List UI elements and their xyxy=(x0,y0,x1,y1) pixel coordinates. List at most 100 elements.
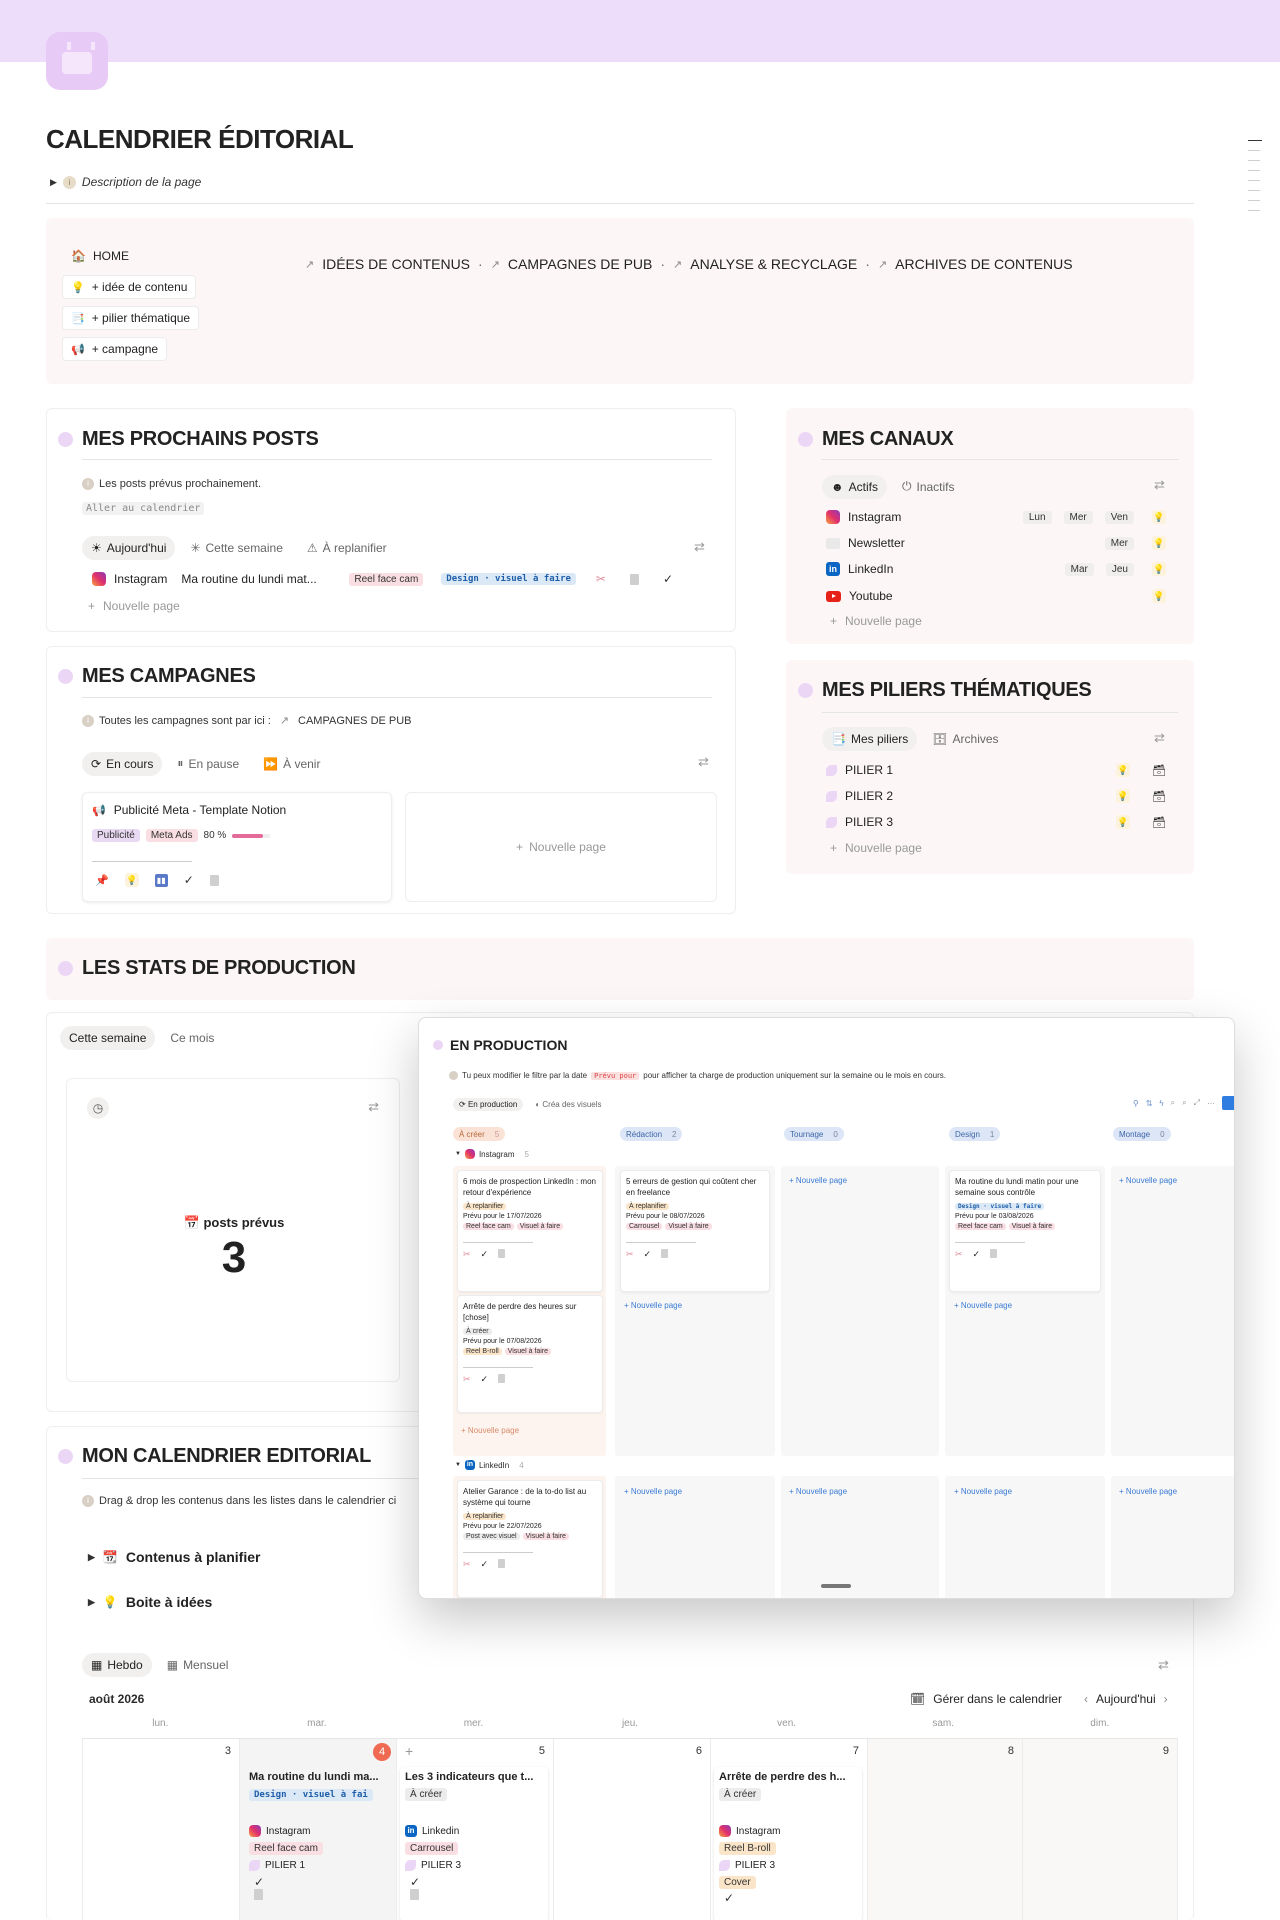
check-icon[interactable]: ✓ xyxy=(410,1875,543,1889)
column-header-writing[interactable]: Rédaction 2 xyxy=(620,1127,683,1141)
group-linkedin[interactable]: ▼ in LinkedIn 4 xyxy=(455,1460,524,1470)
tab-reschedule[interactable]: ⚠ À replanifier xyxy=(298,536,396,560)
nav-link-archives[interactable]: ARCHIVES DE CONTENUS xyxy=(895,256,1072,272)
description-toggle[interactable]: ▶ i Description de la page xyxy=(50,175,201,189)
lightbulb-icon[interactable]: 💡 xyxy=(1152,536,1166,550)
pillar-row[interactable]: PILIER 2 💡 🗃 xyxy=(826,789,1166,803)
trash-icon[interactable] xyxy=(629,573,639,585)
home-button[interactable]: 🏠 HOME xyxy=(62,244,138,268)
card-icon[interactable]: 🗃 xyxy=(1152,764,1166,777)
new-page-design[interactable]: + Nouvelle page xyxy=(954,1301,1012,1310)
calendar-day-cell[interactable]: 8 xyxy=(867,1739,1022,1920)
search-icon[interactable]: ⌕ xyxy=(1182,1098,1186,1108)
kanban-card[interactable]: Ma routine du lundi matin pour une semai… xyxy=(949,1170,1101,1292)
lightbulb-icon[interactable]: 💡 xyxy=(1116,789,1131,803)
calendar-day-cell[interactable]: 3 xyxy=(82,1739,239,1920)
triangle-down-icon[interactable]: ▼ xyxy=(455,1462,461,1468)
lightbulb-icon[interactable]: 💡 xyxy=(1152,589,1166,603)
lightbulb-icon[interactable]: 💡 xyxy=(124,873,139,887)
scissors-icon[interactable]: ✂ xyxy=(463,1249,471,1260)
expand-icon[interactable]: ⤢ xyxy=(1194,1098,1200,1108)
tab-visual-creation[interactable]: ◐ Créa des visuels xyxy=(531,1098,605,1111)
toggle-ideas-box[interactable]: ▶ 💡 Boite à idées xyxy=(88,1594,212,1610)
pillars-new-page[interactable]: + Nouvelle page xyxy=(830,841,922,855)
tab-this-week-stats[interactable]: Cette semaine xyxy=(60,1026,156,1050)
toggle-to-plan[interactable]: ▶ 📆 Contenus à planifier xyxy=(88,1549,260,1565)
triangle-right-icon[interactable]: ▶ xyxy=(88,1597,95,1608)
trash-icon[interactable] xyxy=(209,874,219,886)
new-page-design[interactable]: + Nouvelle page xyxy=(954,1487,1012,1496)
check-icon[interactable]: ✓ xyxy=(481,1374,489,1385)
lightbulb-icon[interactable]: 💡 xyxy=(1152,562,1166,576)
kanban-card[interactable]: 6 mois de prospection LinkedIn : mon ret… xyxy=(457,1170,603,1292)
search-icon[interactable]: ⌕ xyxy=(1171,1098,1175,1108)
trash-icon[interactable] xyxy=(498,1559,506,1568)
kanban-card[interactable]: 5 erreurs de gestion qui coûtent cher en… xyxy=(620,1170,770,1292)
table-of-contents[interactable] xyxy=(1248,140,1262,220)
triangle-right-icon[interactable]: ▶ xyxy=(50,177,57,188)
calendar-link-text[interactable]: Aller au calendrier xyxy=(82,502,205,515)
tab-archives[interactable]: 🗄 Archives xyxy=(923,727,1007,751)
new-page-editing[interactable]: + Nouvelle page xyxy=(1119,1176,1177,1185)
nav-link-analysis[interactable]: ANALYSE & RECYCLAGE xyxy=(690,256,857,272)
new-button[interactable] xyxy=(1222,1096,1234,1110)
tab-today[interactable]: ☀ Aujourd'hui xyxy=(82,536,176,560)
calendar-link[interactable]: Aller au calendrier xyxy=(82,499,205,515)
trash-icon[interactable] xyxy=(498,1374,506,1383)
lightbulb-icon[interactable]: 💡 xyxy=(1116,763,1131,777)
trash-icon[interactable] xyxy=(661,1249,669,1258)
lightbulb-icon[interactable]: 💡 xyxy=(1152,510,1166,524)
check-icon[interactable]: ✓ xyxy=(973,1249,981,1260)
channel-row-newsletter[interactable]: Newsletter Mer 💡 xyxy=(826,536,1166,550)
new-page-shooting[interactable]: + Nouvelle page xyxy=(789,1176,847,1185)
tab-paused[interactable]: ⏸ En pause xyxy=(168,751,248,776)
post-row[interactable]: Instagram Ma routine du lundi mat... Ree… xyxy=(92,572,712,586)
campaign-card[interactable]: 📢 Publicité Meta - Template Notion Public… xyxy=(82,792,392,902)
kanban-card[interactable]: Atelier Garance : de la to-do list au sy… xyxy=(457,1480,603,1598)
tab-monthly[interactable]: ▦ Mensuel xyxy=(158,1653,238,1677)
add-campaign-button[interactable]: 📢 + campagne xyxy=(62,337,168,361)
campaigns-new-page[interactable]: + Nouvelle page xyxy=(405,792,717,902)
add-idea-button[interactable]: 💡 + idée de contenu xyxy=(62,275,197,299)
new-page-shooting[interactable]: + Nouvelle page xyxy=(789,1487,847,1496)
calendar-icon[interactable] xyxy=(46,32,108,90)
calendar-day-cell[interactable]: 9 xyxy=(1022,1739,1178,1920)
scissors-icon[interactable]: ✂ xyxy=(626,1249,634,1260)
calendar-event[interactable]: Ma routine du lundi ma... Design · visue… xyxy=(244,1767,392,1920)
sort-icon[interactable]: ⇅ xyxy=(1146,1099,1153,1108)
new-page-writing[interactable]: + Nouvelle page xyxy=(624,1301,682,1310)
scissors-icon[interactable]: ✂ xyxy=(596,572,606,586)
tab-in-progress[interactable]: ⟳ En cours xyxy=(82,751,163,776)
column-header-to-create[interactable]: À créer 5 xyxy=(453,1127,506,1141)
tab-weekly[interactable]: ▦ Hebdo xyxy=(82,1653,152,1677)
check-icon[interactable]: ✓ xyxy=(663,572,673,586)
triangle-down-icon[interactable]: ▼ xyxy=(455,1151,461,1157)
campaigns-info-link[interactable]: CAMPAGNES DE PUB xyxy=(298,715,412,727)
scissors-icon[interactable]: ✂ xyxy=(463,1374,471,1385)
scissors-icon[interactable]: ✂ xyxy=(463,1559,471,1570)
sliders-icon[interactable]: ⇄ xyxy=(1154,477,1165,493)
column-header-editing[interactable]: Montage 0 xyxy=(1113,1127,1171,1141)
lightbulb-icon[interactable]: 💡 xyxy=(1116,815,1131,829)
calendar-day-cell[interactable]: 6 xyxy=(553,1739,710,1920)
filter-icon[interactable]: ⚲ xyxy=(1133,1099,1139,1108)
new-page-writing[interactable]: + Nouvelle page xyxy=(624,1487,682,1496)
check-icon[interactable]: ✓ xyxy=(644,1249,652,1260)
tab-this-month[interactable]: Ce mois xyxy=(161,1026,223,1050)
add-pillar-button[interactable]: 📑 + pilier thématique xyxy=(62,306,200,330)
check-icon[interactable]: ✓ xyxy=(481,1249,489,1260)
bolt-icon[interactable]: ϟ xyxy=(1159,1099,1163,1108)
check-icon[interactable]: ✓ xyxy=(184,873,194,887)
trash-icon[interactable] xyxy=(990,1249,998,1258)
sliders-icon[interactable]: ⇄ xyxy=(694,539,705,555)
chevron-right-icon[interactable]: › xyxy=(1164,1692,1168,1706)
nav-link-ideas[interactable]: IDÉES DE CONTENUS xyxy=(322,256,470,272)
channel-row-youtube[interactable]: Youtube 💡 xyxy=(826,589,1166,603)
trash-icon[interactable] xyxy=(254,1889,263,1900)
tab-my-pillars[interactable]: 📑 Mes piliers xyxy=(822,727,918,751)
tab-in-production[interactable]: ⟳ En production xyxy=(453,1098,524,1111)
new-page-editing[interactable]: + Nouvelle page xyxy=(1119,1487,1177,1496)
pillar-row[interactable]: PILIER 1 💡 🗃 xyxy=(826,763,1166,777)
tab-upcoming[interactable]: ⏩ À venir xyxy=(254,752,329,776)
check-icon[interactable]: ✓ xyxy=(254,1875,387,1889)
